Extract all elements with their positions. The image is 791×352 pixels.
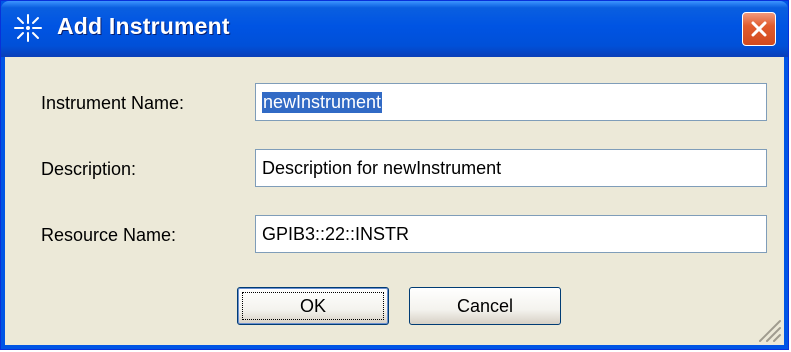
dialog-body: Instrument Name: newInstrument Descripti… (5, 57, 784, 345)
resource-name-value: GPIB3::22::INSTR (262, 224, 410, 244)
dialog-title: Add Instrument (57, 13, 230, 39)
focus-rect (242, 292, 384, 320)
instrument-name-label: Instrument Name: (41, 93, 185, 113)
title-bar[interactable]: Add Instrument (1, 1, 788, 57)
resize-grip-icon[interactable] (752, 313, 782, 343)
close-icon (751, 21, 767, 37)
ok-button[interactable]: OK (237, 287, 389, 325)
cancel-button-label: Cancel (456, 296, 514, 316)
instrument-name-field[interactable]: newInstrument (255, 83, 767, 121)
instrument-name-value: newInstrument (262, 92, 383, 113)
sparkle-icon (13, 13, 43, 43)
description-field[interactable]: Description for newInstrument (255, 149, 767, 187)
description-label: Description: (41, 159, 137, 179)
close-button[interactable] (742, 12, 776, 46)
cancel-button[interactable]: Cancel (409, 287, 561, 325)
resource-name-label: Resource Name: (41, 225, 177, 245)
description-value: Description for newInstrument (262, 158, 502, 178)
resource-name-field[interactable]: GPIB3::22::INSTR (255, 215, 767, 253)
add-instrument-dialog: Add Instrument Instrument Name: newInstr… (0, 0, 789, 350)
